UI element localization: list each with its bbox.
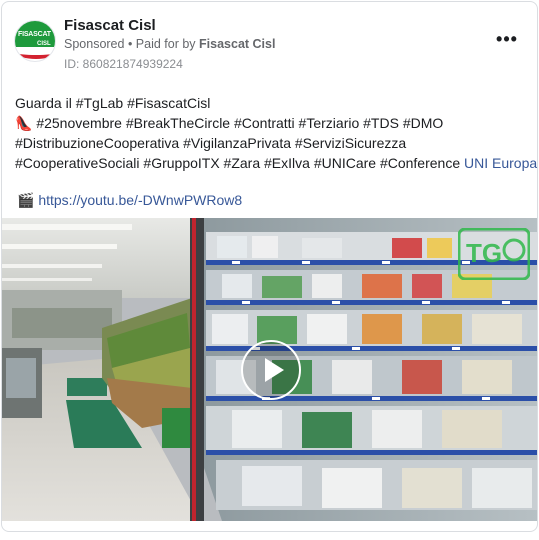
play-icon [265, 358, 284, 382]
paid-for-prefix: Paid for by [135, 37, 200, 51]
play-button[interactable] [241, 340, 301, 400]
post-line-text: #CooperativeSociali #GruppoITX #Zara #Ex… [15, 155, 465, 171]
youtube-link[interactable]: https://youtu.be/-DWnwPWRow8 [38, 192, 242, 208]
post-line: Guarda il #TgLab #FisascatCisl [15, 95, 211, 111]
sponsored-label: Sponsored [64, 37, 125, 51]
ad-card: FISASCAT CISL Fisascat Cisl Sponsored • … [1, 1, 538, 532]
post-line: #CooperativeSociali #GruppoITX #Zara #Ex… [15, 153, 537, 173]
post-line: 👠 #25novembre #BreakTheCircle #Contratti… [15, 115, 444, 131]
uni-europa-link[interactable]: UNI Europa [464, 155, 537, 171]
svg-text:TG: TG [466, 238, 502, 268]
post-line: #DistribuzioneCooperativa #VigilanzaPriv… [15, 135, 407, 151]
avatar[interactable]: FISASCAT CISL [14, 20, 56, 62]
video-player[interactable]: TG [2, 218, 537, 521]
sponsored-line: Sponsored • Paid for by Fisascat Cisl [64, 37, 275, 51]
separator: • [124, 37, 136, 51]
page-name[interactable]: Fisascat Cisl [64, 17, 156, 34]
paid-for-by: Fisascat Cisl [199, 37, 276, 51]
video-link-line: 🎬 https://youtu.be/-DWnwPWRow8 [17, 192, 242, 209]
post-header: FISASCAT CISL Fisascat Cisl Sponsored • … [14, 13, 525, 73]
tglab-watermark-icon: TG [458, 228, 530, 280]
ad-id: ID: 860821874939224 [64, 57, 183, 71]
clapper-icon: 🎬 [17, 192, 35, 208]
post-text: Guarda il #TgLab #FisascatCisl 👠 #25nove… [15, 93, 537, 173]
avatar-logo-text: FISASCAT [18, 31, 51, 38]
more-options-button[interactable]: ••• [495, 29, 519, 49]
